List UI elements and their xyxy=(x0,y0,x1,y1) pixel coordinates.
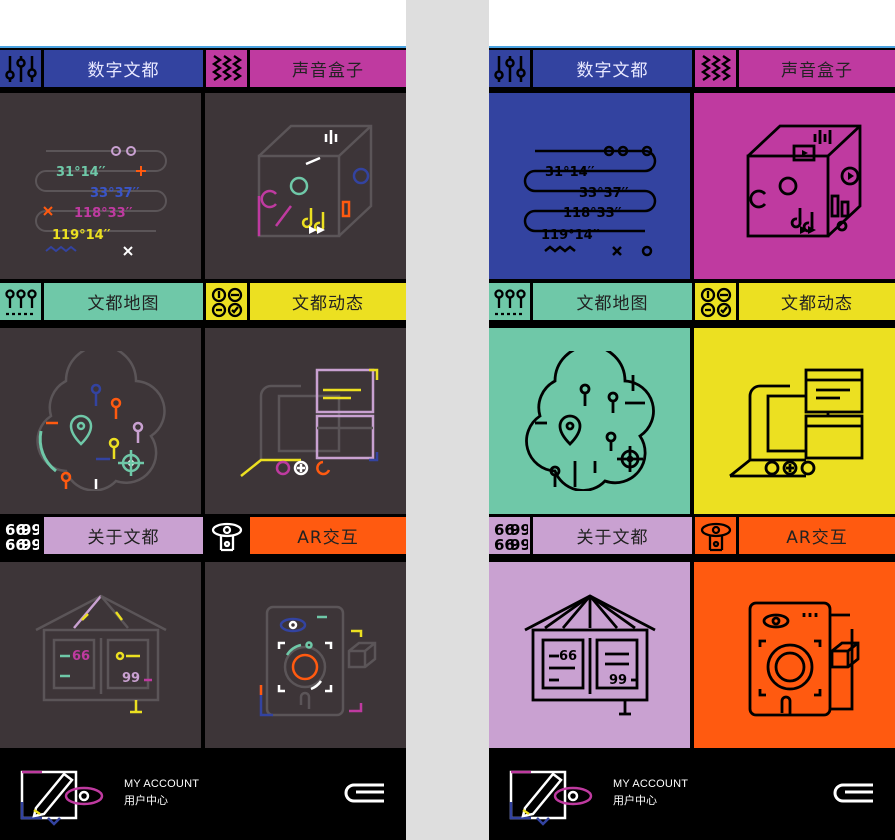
sound-wave-icon xyxy=(695,50,739,87)
menu-label-about: 关于文都 xyxy=(87,528,160,548)
book-house-illustration: 66 99 xyxy=(523,594,656,716)
tile-news[interactable] xyxy=(205,328,406,514)
coord-line-3: 118°33′′ xyxy=(563,206,622,221)
menu-header-ar[interactable]: AR交互 xyxy=(203,515,406,557)
coord-line-4: 119°14′′ xyxy=(52,228,111,243)
account-label-en: MY ACCOUNT xyxy=(613,778,689,790)
tile-digital[interactable]: 31°14′′ 33°37′′ 118°33′′ 119°14′′ xyxy=(489,93,690,279)
menu-header-digital[interactable]: 数字文都 xyxy=(489,48,692,90)
sliders-icon xyxy=(489,50,533,87)
coord-line-2: 33°37′′ xyxy=(90,186,140,201)
account-label-cn: 用户中心 xyxy=(124,795,168,807)
menu-label-digital: 数字文都 xyxy=(87,61,160,81)
tile-news[interactable] xyxy=(694,328,895,514)
pen-eye-logo-icon[interactable] xyxy=(18,762,108,830)
menu-label-map: 文都地图 xyxy=(576,294,649,314)
paperclip-icon[interactable] xyxy=(831,782,875,808)
digital-coordinates-illustration: 31°14′′ 33°37′′ 118°33′′ 119°14′′ xyxy=(34,146,167,256)
tile-map[interactable] xyxy=(489,328,690,514)
account-label-en: MY ACCOUNT xyxy=(124,778,200,790)
sliders-icon xyxy=(0,50,44,87)
menu-header-news[interactable]: 文都动态 xyxy=(203,281,406,323)
dashboard-dials-icon xyxy=(206,283,250,320)
menu-label-sound: 声音盒子 xyxy=(781,61,853,81)
menu-header-about[interactable]: 66 99 66 99 关于文都 xyxy=(0,515,203,557)
tile-ar[interactable] xyxy=(205,562,406,748)
map-pins-icon xyxy=(489,283,533,320)
eye-phone-icon xyxy=(206,517,250,554)
menu-header-about[interactable]: 66 99 66 99 关于文都 xyxy=(489,515,692,557)
tile-map[interactable] xyxy=(0,328,201,514)
ar-phone-illustration xyxy=(748,601,859,717)
menu-header-news[interactable]: 文都动态 xyxy=(692,281,895,323)
quote-left-text: 66 xyxy=(72,649,90,664)
coord-line-1: 31°14′′ xyxy=(545,165,595,180)
menu-label-ar: AR交互 xyxy=(297,528,359,548)
coord-line-2: 33°37′′ xyxy=(579,186,629,201)
tile-digital[interactable]: 31°14′′ 33°37′′ 118°33′′ 119°14′′ xyxy=(0,93,201,279)
ar-phone-illustration xyxy=(259,605,376,717)
sound-cube-illustration xyxy=(257,124,372,238)
tile-sound[interactable] xyxy=(205,93,406,279)
tile-sound[interactable] xyxy=(694,93,895,279)
account-link[interactable]: MY ACCOUNT 用户中心 xyxy=(124,778,199,808)
quote-left-text: 66 xyxy=(559,649,577,664)
phone-screen-dark: 数字文都 声音盒子 31°14′′ 33°37′′ 118°33′′ 119°1… xyxy=(0,0,406,840)
menu-label-news: 文都动态 xyxy=(292,294,364,314)
map-pins-icon xyxy=(0,283,44,320)
tile-about[interactable]: 66 99 xyxy=(489,562,690,748)
menu-label-sound: 声音盒子 xyxy=(292,61,364,81)
menu-label-ar: AR交互 xyxy=(786,528,848,548)
city-map-illustration xyxy=(35,351,166,491)
digital-coordinates-illustration: 31°14′′ 33°37′′ 118°33′′ 119°14′′ xyxy=(523,145,656,257)
menu-label-news: 文都动态 xyxy=(781,294,853,314)
bottom-bar: MY ACCOUNT 用户中心 xyxy=(489,748,895,840)
quote-marks-icon: 66 99 66 99 xyxy=(489,517,533,554)
svg-text:99: 99 xyxy=(510,536,528,552)
account-link[interactable]: MY ACCOUNT 用户中心 xyxy=(613,778,688,808)
sound-wave-icon xyxy=(206,50,250,87)
coord-line-4: 119°14′′ xyxy=(541,228,600,243)
tile-ar[interactable] xyxy=(694,562,895,748)
news-windows-illustration xyxy=(239,368,378,477)
sound-cube-illustration xyxy=(746,124,861,238)
menu-label-map: 文都地图 xyxy=(87,294,160,314)
tile-about[interactable]: 66 99 xyxy=(0,562,201,748)
pen-eye-logo-icon[interactable] xyxy=(507,762,597,830)
menu-label-about: 关于文都 xyxy=(576,528,649,548)
phone-screen-color: 数字文都 声音盒子 31°14′′ 33°37′′ 118°33′′ 119°1… xyxy=(489,0,895,840)
coord-line-3: 118°33′′ xyxy=(74,206,133,221)
eye-phone-icon xyxy=(695,517,739,554)
menu-header-digital[interactable]: 数字文都 xyxy=(0,48,203,90)
status-bar xyxy=(489,0,895,48)
menu-header-map[interactable]: 文都地图 xyxy=(0,281,203,323)
bottom-bar: MY ACCOUNT 用户中心 xyxy=(0,748,406,840)
coord-line-1: 31°14′′ xyxy=(56,165,106,180)
quote-marks-icon: 66 99 66 99 xyxy=(0,517,44,554)
news-windows-illustration xyxy=(728,368,863,478)
paperclip-icon[interactable] xyxy=(342,782,386,808)
menu-header-sound[interactable]: 声音盒子 xyxy=(203,48,406,90)
status-bar xyxy=(0,0,406,48)
svg-text:99: 99 xyxy=(21,536,39,552)
city-map-illustration xyxy=(524,351,655,491)
account-label-cn: 用户中心 xyxy=(613,795,657,807)
menu-header-ar[interactable]: AR交互 xyxy=(692,515,895,557)
book-house-illustration: 66 99 xyxy=(34,594,167,714)
menu-header-sound[interactable]: 声音盒子 xyxy=(692,48,895,90)
dashboard-dials-icon xyxy=(695,283,739,320)
menu-label-digital: 数字文都 xyxy=(576,61,649,81)
quote-right-text: 99 xyxy=(609,673,627,688)
quote-right-text: 99 xyxy=(122,671,140,686)
menu-header-map[interactable]: 文都地图 xyxy=(489,281,692,323)
